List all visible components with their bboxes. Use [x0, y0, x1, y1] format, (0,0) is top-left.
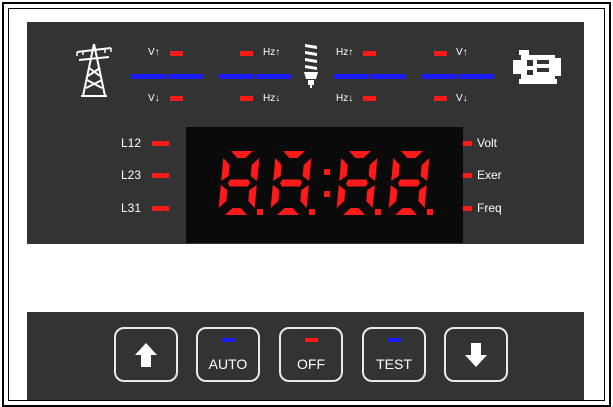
segment-b: [420, 158, 430, 181]
generator-volt-up-led: [434, 51, 447, 56]
colon-dot: [324, 191, 330, 197]
generator-hz-down-label: Hz↓: [336, 93, 354, 104]
segment-b: [368, 158, 378, 181]
utility-hz-down-led: [240, 96, 253, 101]
off-button-label: OFF: [297, 356, 325, 372]
generator-load-bus-bar: [334, 74, 406, 79]
utility-load-bus-bar: [219, 74, 291, 79]
test-button[interactable]: TEST: [362, 327, 426, 382]
generator-volt-up-label: V↑: [456, 47, 468, 58]
segment-c: [366, 185, 375, 208]
generator-bus-bar: [422, 74, 494, 79]
line-label-l31: L31: [121, 201, 142, 215]
test-led: [388, 338, 401, 342]
line-label-l23: L23: [121, 168, 142, 182]
generator-volt-down-led: [434, 96, 447, 101]
utility-volt-down-label: V↓: [148, 93, 160, 104]
utility-hz-up-led: [240, 51, 253, 56]
segment-a: [349, 151, 371, 158]
utility-volt-up-label: V↑: [148, 47, 160, 58]
utility-volt-down-led: [170, 96, 183, 101]
line-led-l23: [152, 173, 169, 178]
segment-f: [339, 158, 348, 181]
off-led: [305, 338, 318, 342]
segment-d: [277, 208, 299, 215]
segment-g: [228, 179, 250, 187]
segment-e: [218, 185, 228, 208]
segment-g: [346, 179, 368, 187]
line-led-l12: [152, 141, 169, 146]
segment-g: [280, 179, 302, 187]
mode-label-exer: Exer: [477, 168, 502, 182]
generator-hz-up-led: [363, 51, 376, 56]
utility-hz-down-label: Hz↓: [263, 93, 281, 104]
segment-d: [343, 208, 365, 215]
segment-a: [401, 151, 423, 158]
utility-bus-bar: [131, 74, 203, 79]
generator-hz-up-label: Hz↑: [336, 47, 354, 58]
segment-d: [225, 208, 247, 215]
generator-hz-down-led: [363, 96, 376, 101]
arrow-up-icon: [135, 343, 157, 367]
generator-icon: [513, 50, 561, 84]
segment-e: [388, 185, 398, 208]
line-label-l12: L12: [121, 136, 142, 150]
decimal-point: [257, 209, 263, 215]
segment-g: [398, 179, 420, 187]
segment-e: [336, 185, 346, 208]
segment-a: [231, 151, 253, 158]
decimal-point: [309, 209, 315, 215]
transmission-tower-icon: [76, 43, 112, 97]
auto-led: [222, 338, 235, 342]
decimal-point: [375, 209, 381, 215]
test-button-label: TEST: [376, 356, 412, 372]
segment-d: [395, 208, 417, 215]
line-led-l31: [152, 206, 169, 211]
generator-volt-down-label: V↓: [456, 93, 468, 104]
segment-a: [283, 151, 305, 158]
segment-f: [273, 158, 282, 181]
segment-f: [391, 158, 400, 181]
segment-b: [302, 158, 312, 181]
light-bulb-icon: [304, 44, 318, 88]
mode-label-volt: Volt: [477, 136, 498, 150]
auto-button-label: AUTO: [208, 356, 248, 372]
seven-segment-display: [186, 127, 463, 243]
utility-hz-up-label: Hz↑: [263, 47, 281, 58]
segment-c: [418, 185, 427, 208]
segment-e: [270, 185, 280, 208]
mode-label-freq: Freq: [477, 201, 502, 215]
segment-c: [300, 185, 309, 208]
down-button[interactable]: [444, 327, 508, 382]
colon-dot: [324, 169, 330, 175]
segment-c: [248, 185, 257, 208]
utility-volt-up-led: [170, 51, 183, 56]
segment-b: [250, 158, 260, 181]
arrow-down-icon: [465, 343, 487, 367]
auto-button[interactable]: AUTO: [196, 327, 260, 382]
display-digits: [218, 151, 433, 215]
up-button[interactable]: [114, 327, 178, 382]
segment-f: [221, 158, 230, 181]
off-button[interactable]: OFF: [279, 327, 343, 382]
decimal-point: [427, 209, 433, 215]
